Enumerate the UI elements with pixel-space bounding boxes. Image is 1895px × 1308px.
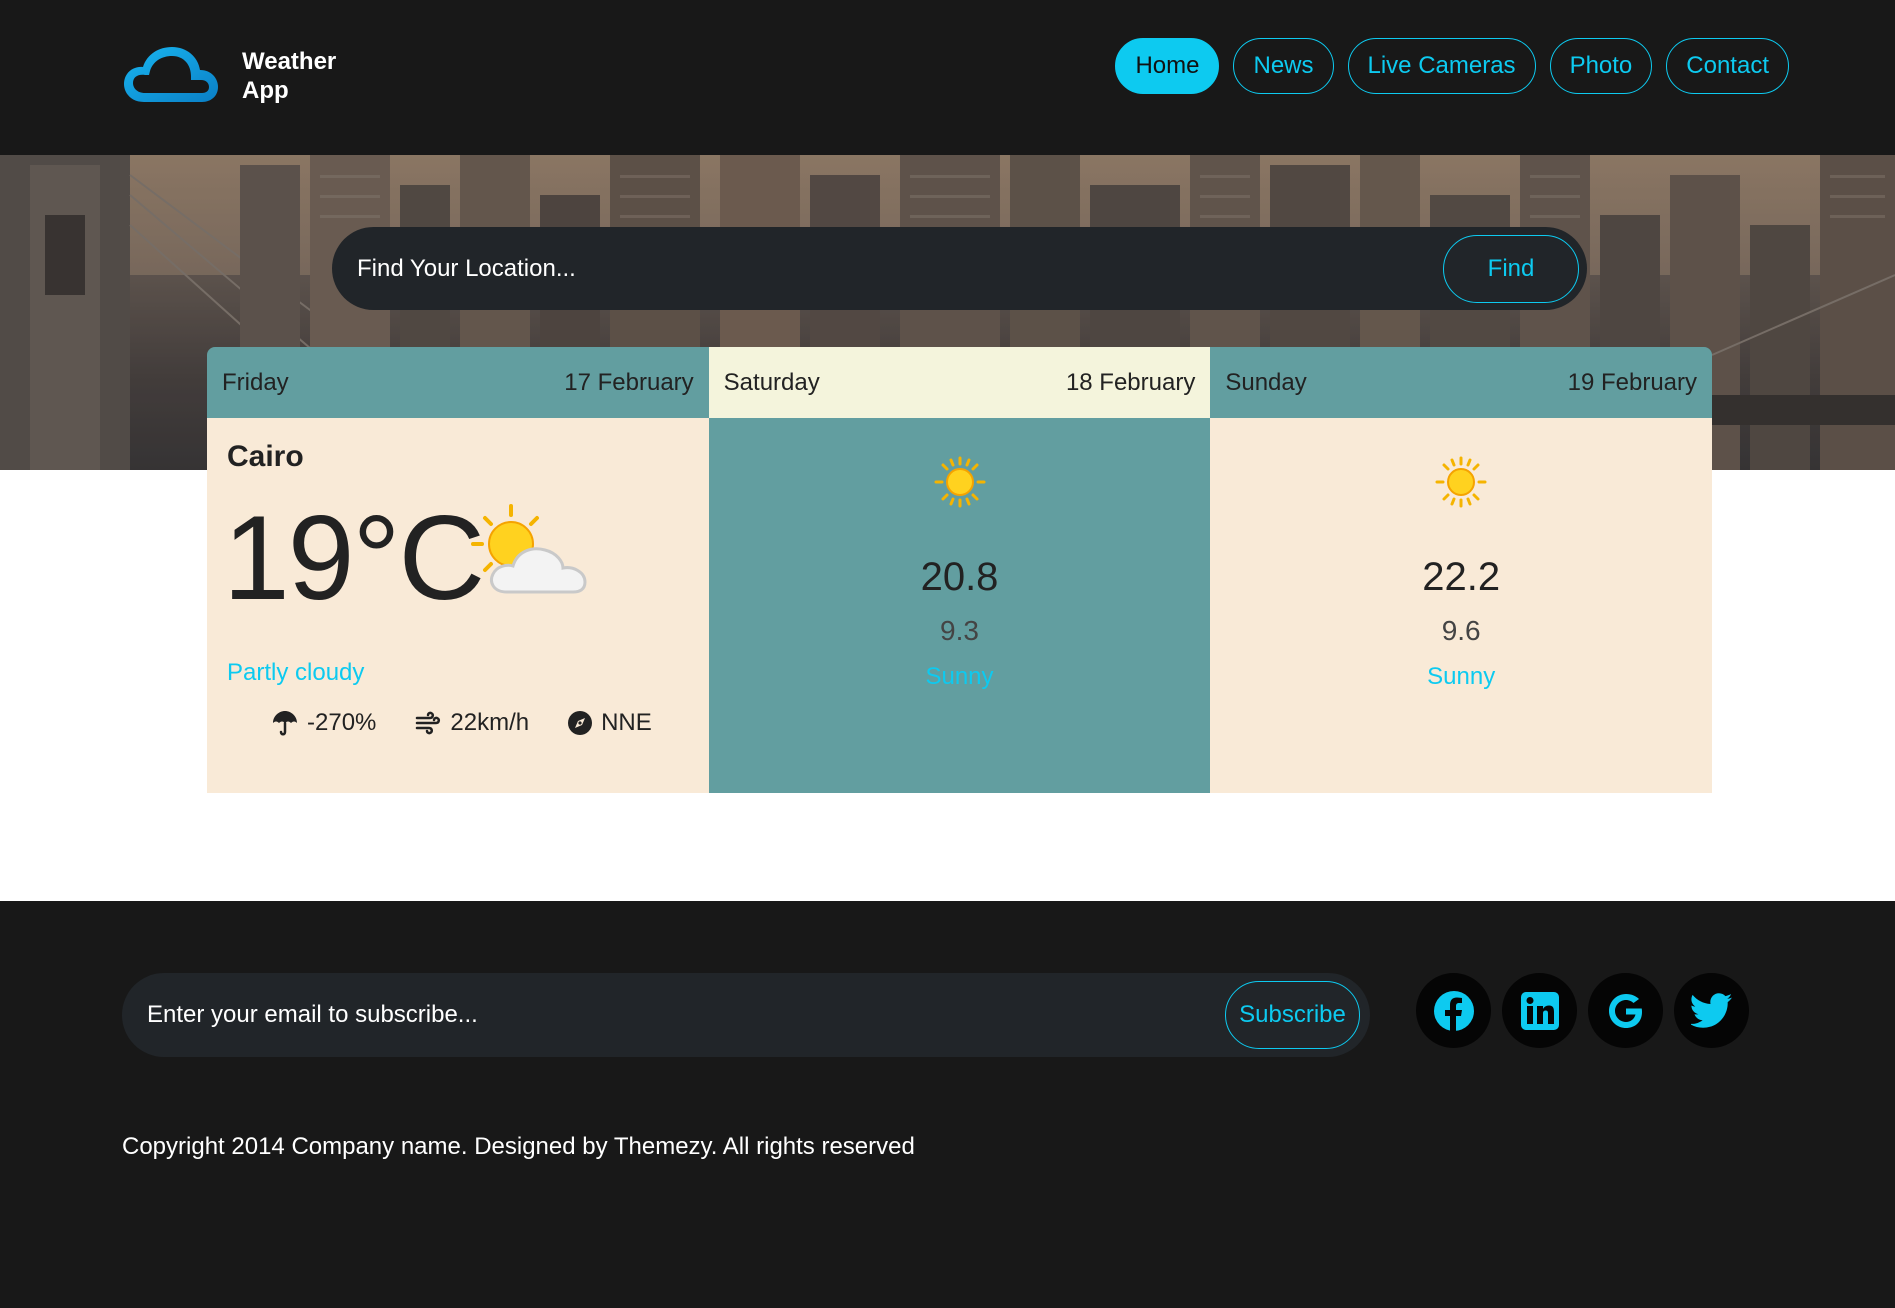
card-header: Friday 17 February bbox=[207, 347, 709, 418]
subscribe-bar: Subscribe bbox=[122, 973, 1370, 1057]
card-body: 20.8 9.3 Sunny bbox=[708, 418, 1211, 793]
day-date: 19 February bbox=[1567, 368, 1698, 396]
nav-news[interactable]: News bbox=[1233, 38, 1334, 94]
compass-icon bbox=[568, 711, 593, 735]
card-body: 22.2 9.6 Sunny bbox=[1210, 418, 1713, 793]
social-links bbox=[1416, 973, 1749, 1048]
linkedin-link[interactable] bbox=[1502, 973, 1577, 1048]
location-search-bar: Find bbox=[332, 227, 1587, 310]
day-date: 18 February bbox=[1065, 368, 1196, 396]
min-temperature: 9.3 bbox=[940, 615, 979, 646]
nav-photo[interactable]: Photo bbox=[1549, 38, 1653, 94]
card-body: Cairo 19°C Partly cloudy -270% 22km/h NN… bbox=[207, 418, 709, 793]
max-temperature: 22.2 bbox=[1422, 555, 1501, 599]
max-temperature: 20.8 bbox=[920, 555, 999, 599]
google-link[interactable] bbox=[1588, 973, 1663, 1048]
nav-live-cameras[interactable]: Live Cameras bbox=[1347, 38, 1536, 94]
linkedin-icon bbox=[1520, 991, 1559, 1030]
forecast-condition: Sunny bbox=[1427, 663, 1496, 690]
forecast-cards: Friday 17 February Cairo 19°C Partly clo… bbox=[207, 347, 1713, 793]
day-name: Friday bbox=[222, 368, 289, 396]
forecast-card-today: Friday 17 February Cairo 19°C Partly clo… bbox=[207, 347, 709, 793]
city-name: Cairo bbox=[227, 440, 304, 473]
forecast-card-day-2: Saturday 18 February 20.8 9.3 Sunny bbox=[708, 347, 1211, 793]
wind-icon bbox=[416, 711, 441, 735]
wind-speed-value: 22km/h bbox=[450, 709, 530, 736]
card-header: Sunday 19 February bbox=[1210, 347, 1713, 418]
rain-value: -270% bbox=[307, 709, 377, 736]
subscribe-email-input[interactable] bbox=[122, 973, 1225, 1057]
wind-direction-value: NNE bbox=[601, 709, 652, 736]
main-nav: Home News Live Cameras Photo Contact bbox=[1115, 38, 1789, 94]
site-header: Weather App Home News Live Cameras Photo … bbox=[0, 0, 1895, 155]
partly-cloudy-icon bbox=[471, 504, 587, 594]
copyright-text: Copyright 2014 Company name. Designed by… bbox=[122, 1133, 915, 1160]
facebook-link[interactable] bbox=[1416, 973, 1491, 1048]
twitter-link[interactable] bbox=[1674, 973, 1749, 1048]
umbrella-icon bbox=[273, 711, 297, 736]
logo[interactable]: Weather App bbox=[122, 44, 352, 108]
rain-stat: -270% bbox=[271, 709, 376, 737]
nav-contact[interactable]: Contact bbox=[1666, 38, 1789, 94]
day-date: 17 February bbox=[564, 368, 694, 396]
min-temperature: 9.6 bbox=[1441, 615, 1481, 646]
app-name: Weather App bbox=[242, 48, 337, 104]
forecast-condition: Sunny bbox=[925, 663, 994, 690]
weather-stats: -270% 22km/h NNE bbox=[271, 709, 690, 737]
forecast-card-day-3: Sunday 19 February 22.2 9.6 Sunny bbox=[1210, 347, 1713, 793]
nav-home[interactable]: Home bbox=[1115, 38, 1220, 94]
location-search-input[interactable] bbox=[332, 227, 1443, 310]
current-temperature: 19°C bbox=[223, 491, 485, 625]
facebook-icon bbox=[1433, 990, 1474, 1031]
find-button[interactable]: Find bbox=[1443, 234, 1579, 303]
day-name: Sunday bbox=[1225, 368, 1307, 396]
subscribe-button[interactable]: Subscribe bbox=[1225, 981, 1360, 1049]
wind-speed-stat: 22km/h bbox=[414, 709, 529, 737]
day-name: Saturday bbox=[723, 368, 820, 396]
google-icon bbox=[1608, 993, 1642, 1028]
cloud-logo-icon bbox=[124, 47, 218, 102]
current-condition: Partly cloudy bbox=[227, 659, 365, 686]
sun-icon bbox=[1435, 456, 1487, 508]
sun-icon bbox=[934, 456, 986, 508]
site-footer: Subscribe Copyright bbox=[0, 901, 1895, 1308]
card-header: Saturday 18 February bbox=[708, 347, 1211, 418]
wind-direction-stat: NNE bbox=[567, 709, 652, 737]
twitter-icon bbox=[1690, 992, 1732, 1028]
